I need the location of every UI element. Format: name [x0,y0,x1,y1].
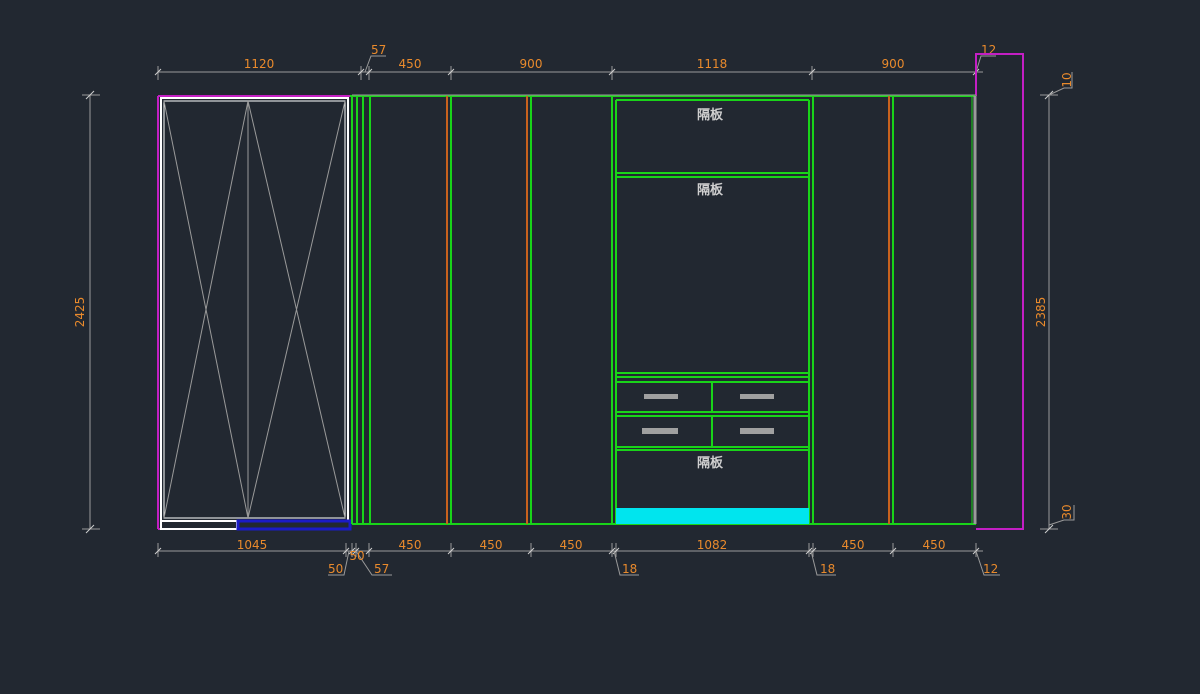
shelf-label-3: 隔板 [697,455,724,471]
right-dim-top: 10 [1060,72,1074,87]
top-dim-2: 57 [371,43,386,57]
right-dim-height: 2385 [1034,297,1048,328]
right-dimension: 10 2385 30 [1034,72,1075,534]
top-dimension-chain: 1120 57 450 900 1118 900 12 [154,43,996,80]
top-dim-4: 900 [520,57,543,71]
bottom-dim-11: 450 [923,538,946,552]
bottom-dim-13: 50 [349,549,364,563]
top-dim-5: 1118 [697,57,728,71]
bottom-dim-1: 1045 [237,538,268,552]
left-dim-height: 2425 [73,297,87,328]
right-dim-bottom: 30 [1060,504,1074,519]
cabinet-body [350,94,977,525]
top-dim-1: 1120 [244,57,275,71]
bottom-dim-9: 18 [820,562,835,576]
bottom-dim-8: 18 [622,562,637,576]
bottom-dim-5: 450 [480,538,503,552]
elevation-drawing: 1120 57 450 900 1118 900 12 2425 10 2385… [73,43,1075,576]
bottom-dim-3: 57 [374,562,389,576]
bottom-dim-12: 12 [983,562,998,576]
bottom-dim-2: 50 [328,562,343,576]
bottom-dim-6: 450 [560,538,583,552]
sliding-door [160,97,352,531]
drawer-handle-4 [740,428,774,434]
shelf-label-2: 隔板 [697,182,724,198]
drawer-handle-1 [644,394,678,399]
top-dim-6: 900 [882,57,905,71]
drawer-handle-3 [642,428,678,434]
left-dimension: 2425 [73,90,100,534]
drawer-handles [642,394,774,434]
bottom-dim-10: 450 [842,538,865,552]
base-plinth [616,508,809,524]
bottom-dimension-chain: 1045 50 57 450 450 450 1082 18 18 450 45… [154,538,1000,576]
bottom-dim-7: 1082 [697,538,728,552]
shelf-label-1: 隔板 [697,107,724,123]
top-dim-3: 450 [399,57,422,71]
bottom-dim-4: 450 [399,538,422,552]
drawer-handle-2 [740,394,774,399]
